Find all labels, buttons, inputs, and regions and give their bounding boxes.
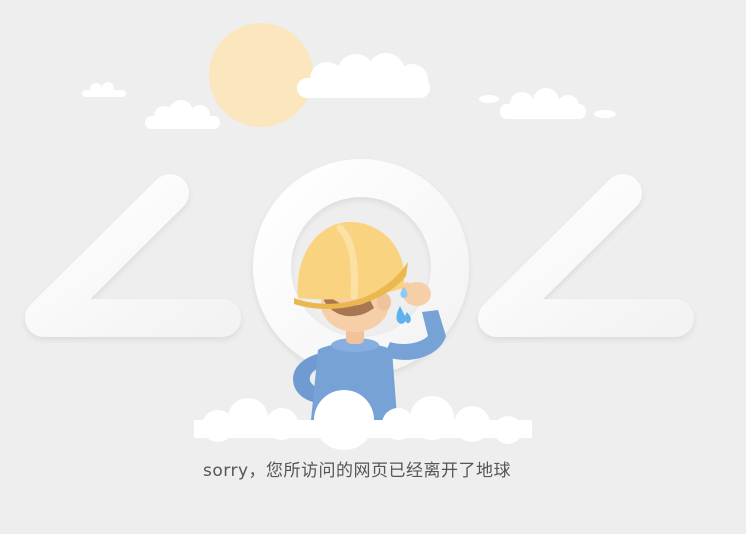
- sun-icon: [209, 23, 313, 127]
- cloud-icon: [194, 390, 532, 450]
- error-message: sorry，您所访问的网页已经离开了地球: [203, 461, 511, 481]
- cloud-icon: [594, 110, 616, 118]
- cloud-icon: [479, 95, 499, 103]
- cloud-icon: [297, 53, 430, 98]
- cloud-icon: [145, 100, 220, 129]
- cloud-icon: [82, 82, 126, 97]
- cloud-icon: [500, 88, 586, 119]
- digit-four-right: [478, 174, 694, 389]
- error-404-illustration: [25, 23, 694, 450]
- digit-four-left: [25, 174, 241, 389]
